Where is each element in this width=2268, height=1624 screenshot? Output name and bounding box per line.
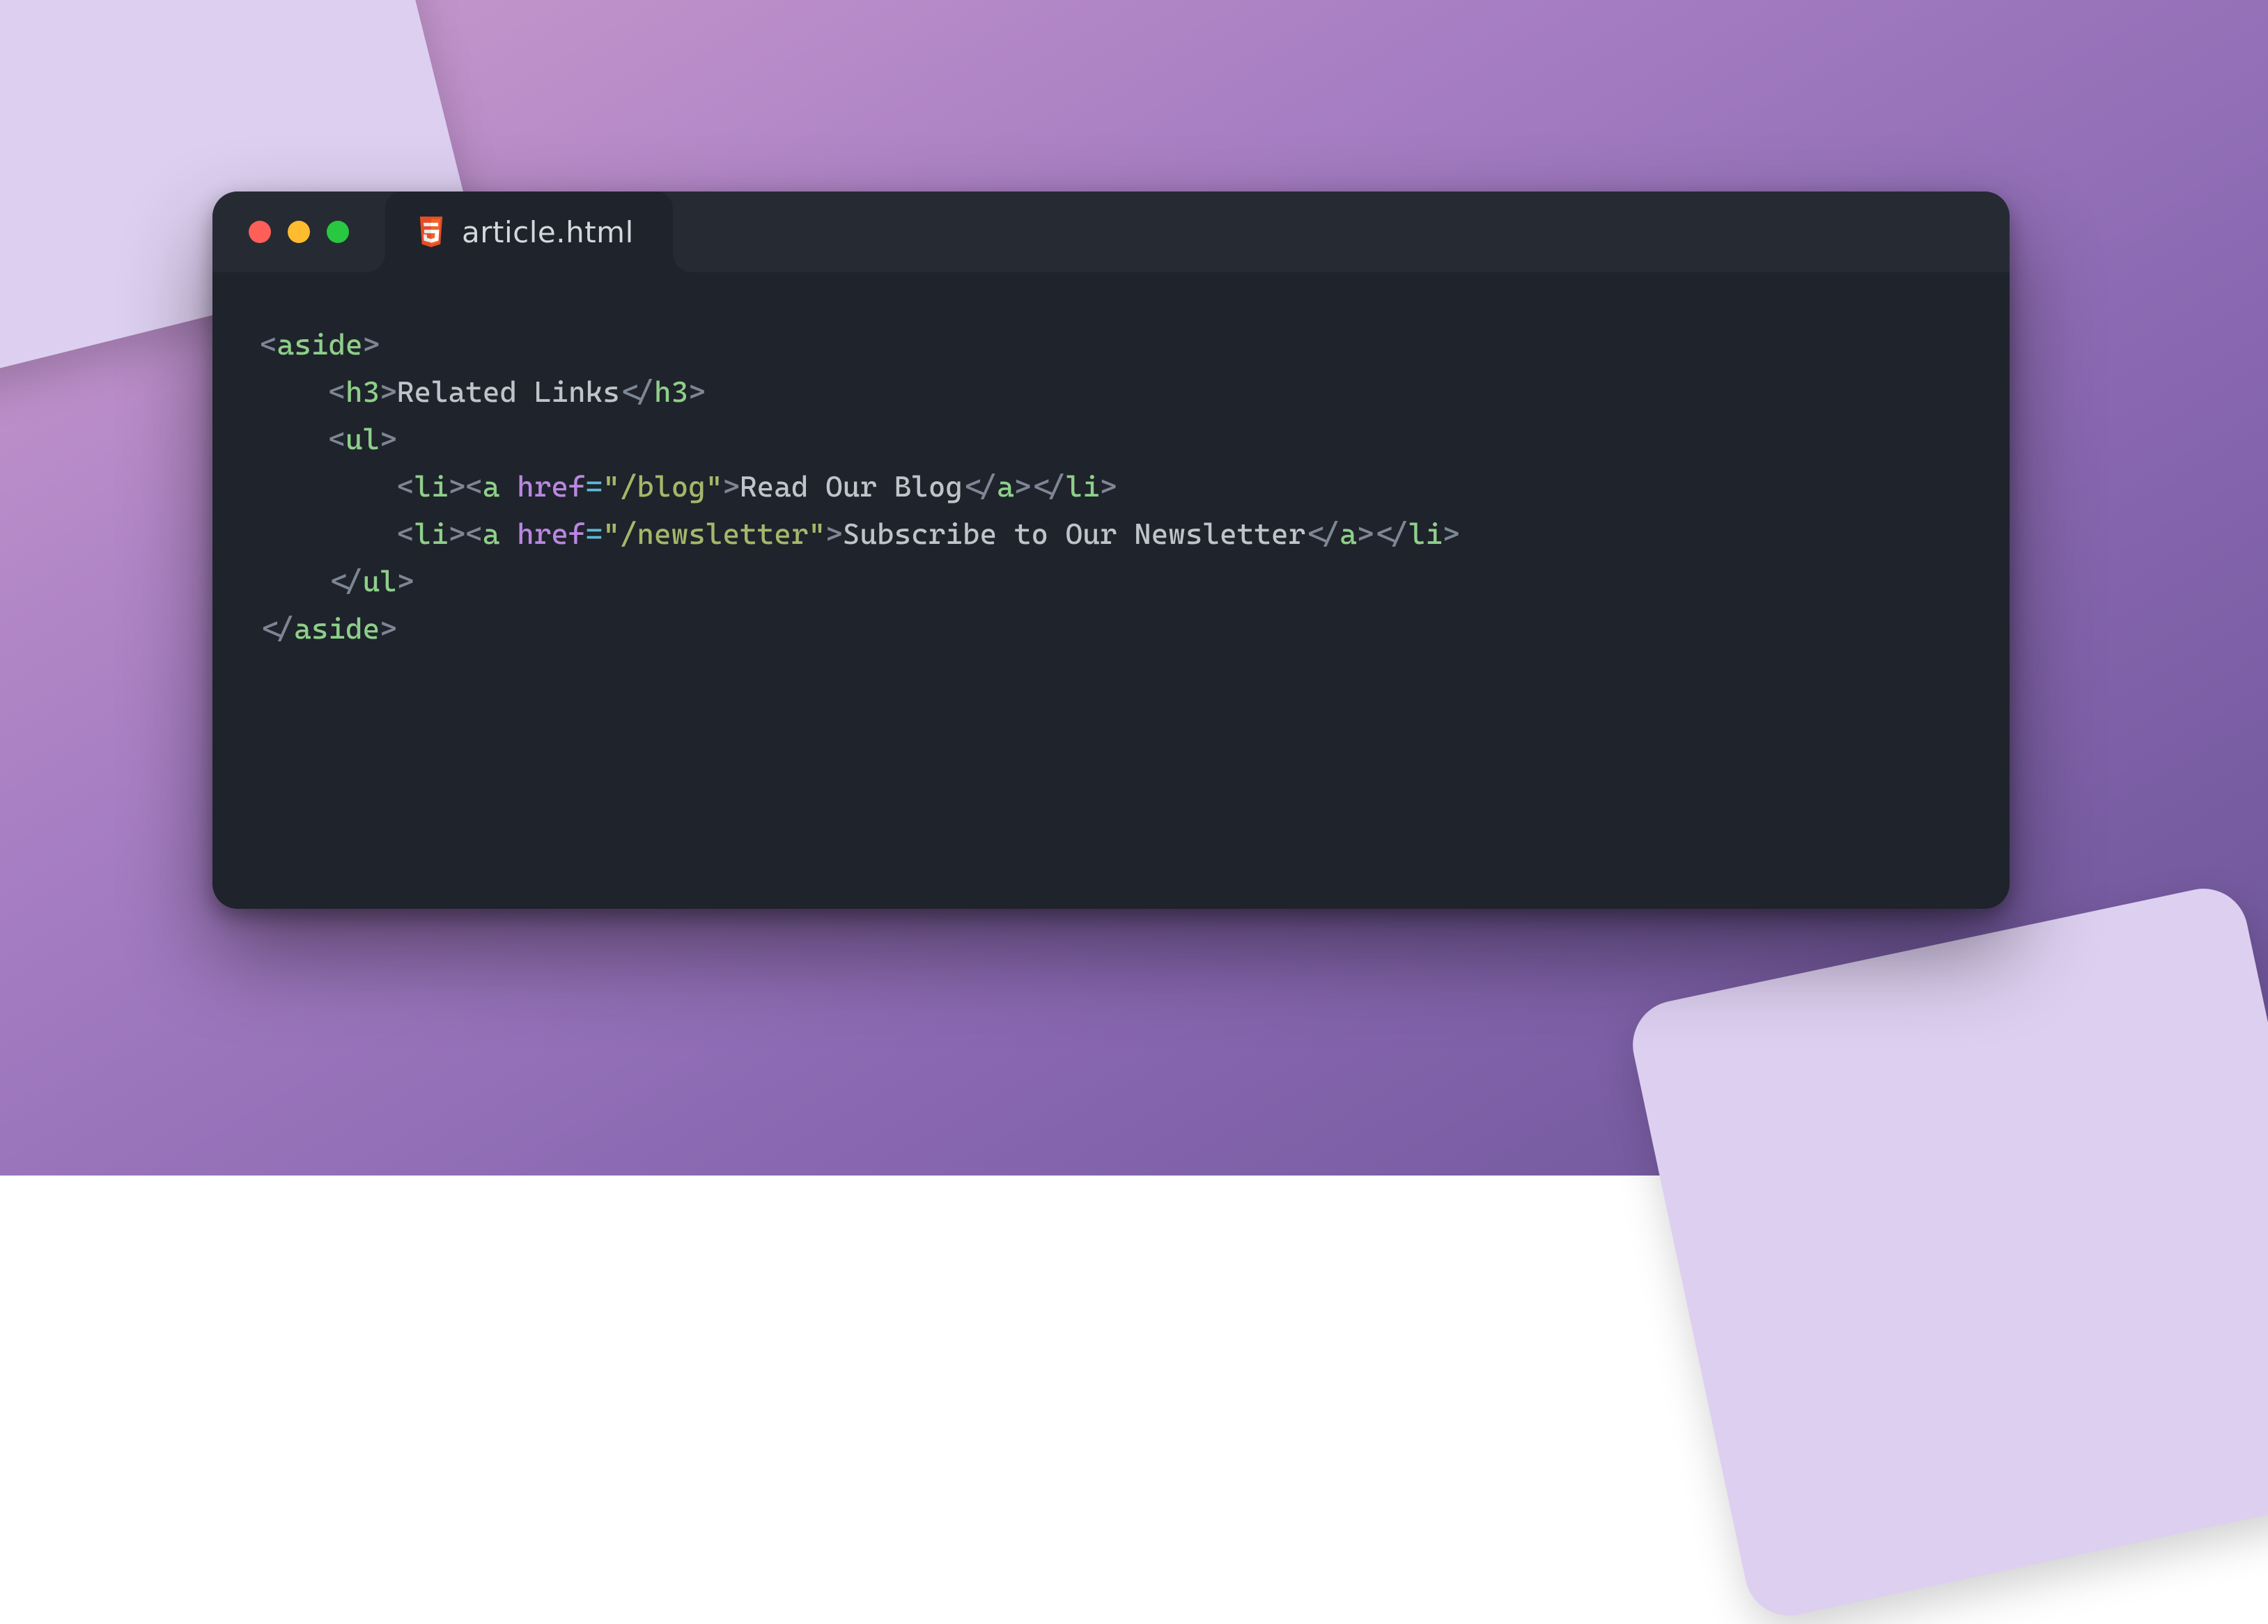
- window-controls: [212, 192, 385, 272]
- decorative-shape-bottom-right: [1624, 880, 2268, 1623]
- code-line: <aside>: [260, 327, 380, 361]
- code-line: <h3>Related Links</h3>: [328, 375, 705, 409]
- code-line: <ul>: [328, 422, 396, 456]
- minimize-button[interactable]: [288, 221, 310, 243]
- code-line: </aside>: [260, 611, 397, 646]
- code-editor-window: article.html <aside> <h3>Related Links</…: [212, 192, 2010, 909]
- zoom-button[interactable]: [327, 221, 349, 243]
- close-button[interactable]: [249, 221, 271, 243]
- code-line: <li><a href="/newsletter">Subscribe to O…: [397, 517, 1460, 551]
- code-line: <li><a href="/blog">Read Our Blog</a></l…: [397, 469, 1117, 503]
- stage: article.html <aside> <h3>Related Links</…: [0, 0, 2268, 1176]
- tab-filename: article.html: [462, 215, 634, 249]
- code-area[interactable]: <aside> <h3>Related Links</h3> <ul> <li>…: [212, 272, 2010, 701]
- html5-icon: [417, 217, 445, 247]
- editor-tab[interactable]: article.html: [385, 192, 673, 272]
- window-titlebar: article.html: [212, 192, 2010, 272]
- code-line: </ul>: [328, 564, 414, 598]
